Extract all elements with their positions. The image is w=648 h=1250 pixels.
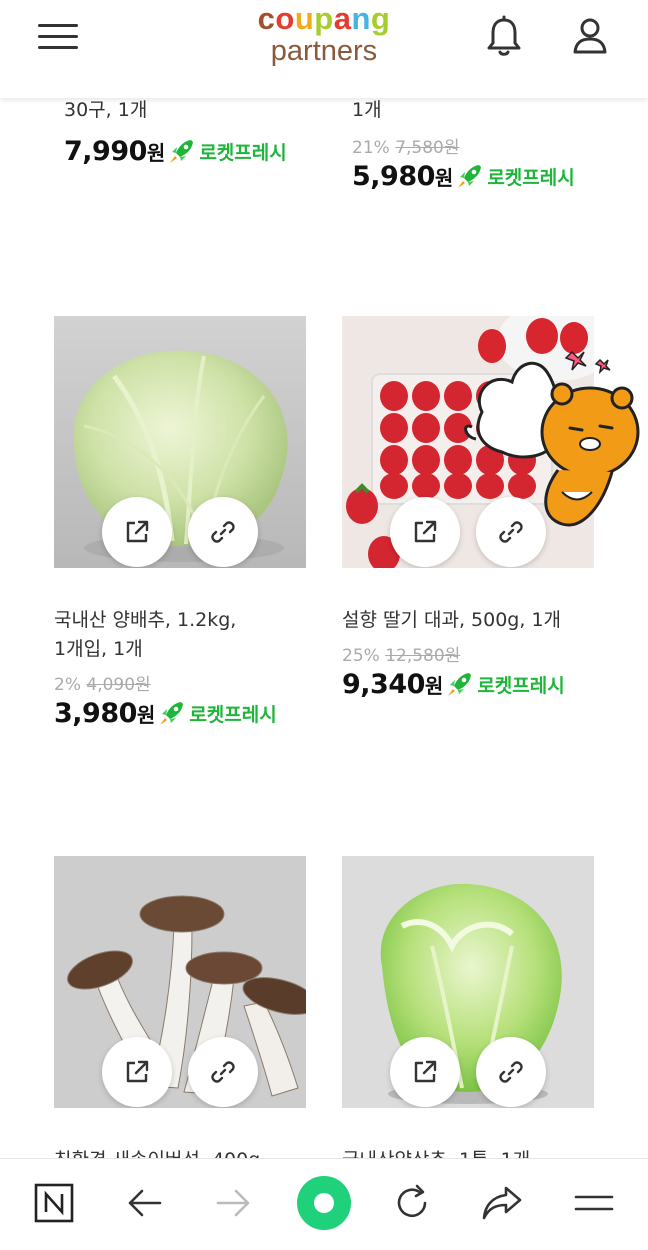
product-card[interactable]: 국내산양상추, 1통, 1개 — [342, 856, 594, 1175]
rocket-fresh-badge: 로켓프레시 — [487, 166, 575, 189]
rocket-fresh-badge: 로켓프레시 — [477, 674, 565, 697]
coupang-partners-logo[interactable]: coupang partners — [0, 1, 648, 67]
discount-row: 25% 12,580원 — [342, 641, 594, 666]
product-card[interactable]: 국내산 양배추, 1.2kg, 1개입, 1개 2% 4,090원 3,980 … — [54, 316, 306, 731]
product-grid: 30구, 1개 7,990 원 로켓프레시 1개 21% 7,580원 5,98… — [0, 0, 648, 1250]
arrow-right-icon — [216, 1189, 250, 1217]
refresh-icon — [397, 1184, 427, 1218]
menu-lines-icon — [574, 1195, 614, 1211]
price-row: 3,980 원 로켓프레시 — [54, 695, 306, 731]
green-dot-icon — [297, 1176, 351, 1230]
forward-button[interactable] — [212, 1181, 256, 1225]
discount-row: 21% 7,580원 — [352, 133, 604, 158]
discount-percent: 25% — [342, 646, 380, 666]
browser-menu-button[interactable] — [572, 1181, 616, 1225]
arrow-left-icon — [128, 1189, 162, 1217]
original-price: 4,090원 — [86, 675, 151, 695]
lettuce-image — [342, 856, 594, 1108]
discount-percent: 2% — [54, 675, 81, 695]
rocket-icon — [458, 165, 482, 188]
currency-label: 원 — [146, 140, 166, 165]
back-button[interactable] — [122, 1181, 166, 1225]
character-sticker — [464, 350, 640, 527]
price-row: 5,980 원 로켓프레시 — [352, 158, 604, 194]
copy-link-button[interactable] — [188, 497, 258, 567]
share-button[interactable] — [102, 1037, 172, 1107]
external-link-icon — [126, 1060, 149, 1083]
copy-link-button[interactable] — [476, 1037, 546, 1107]
product-card[interactable]: 친환경 새송이버섯, 400g — [54, 856, 306, 1175]
logo-wordmark: coupang — [257, 1, 391, 36]
external-link-icon — [414, 520, 437, 543]
user-icon — [573, 18, 607, 54]
rocket-icon — [170, 140, 194, 163]
rocket-icon — [448, 673, 472, 696]
naver-n-icon — [34, 1183, 74, 1223]
currency-label: 원 — [136, 702, 156, 727]
original-price: 12,580원 — [385, 646, 461, 666]
currency-label: 원 — [424, 673, 444, 698]
product-card[interactable]: 30구, 1개 7,990 원 로켓프레시 — [64, 96, 316, 169]
share-arrow-icon — [482, 1186, 522, 1220]
naver-home-button[interactable] — [32, 1181, 76, 1225]
product-price: 9,340 — [342, 668, 425, 700]
rocket-fresh-badge: 로켓프레시 — [199, 141, 287, 164]
app-header: coupang partners — [0, 0, 648, 98]
product-card[interactable]: 1개 21% 7,580원 5,980 원 로켓프레시 — [352, 96, 604, 194]
rocket-fresh-badge: 로켓프레시 — [189, 703, 277, 726]
rocket-icon — [160, 702, 184, 725]
browser-nav-bar — [0, 1158, 648, 1250]
green-dot-button[interactable] — [296, 1175, 352, 1231]
product-price: 5,980 — [352, 160, 435, 192]
product-title: 설향 딸기 대과, 500g, 1개 — [342, 609, 562, 631]
external-link-icon — [126, 520, 149, 543]
bell-icon — [487, 15, 521, 56]
product-image-cabbage[interactable] — [54, 316, 306, 568]
product-title: 국내산 양배추, 1.2kg, 1개입, 1개 — [54, 609, 237, 660]
copy-link-button[interactable] — [188, 1037, 258, 1107]
currency-label: 원 — [434, 165, 454, 190]
share-button[interactable] — [390, 497, 460, 567]
product-price: 7,990 — [64, 135, 147, 167]
product-price: 3,980 — [54, 697, 137, 729]
link-icon — [211, 1061, 235, 1083]
link-icon — [499, 1061, 523, 1083]
discount-row: 2% 4,090원 — [54, 670, 306, 695]
price-row: 7,990 원 로켓프레시 — [64, 133, 316, 169]
original-price: 7,580원 — [395, 138, 460, 158]
product-title: 30구, 1개 — [64, 99, 148, 121]
cabbage-image — [54, 316, 306, 568]
mushroom-image — [54, 856, 306, 1108]
link-icon — [211, 521, 235, 543]
notifications-button[interactable] — [484, 14, 524, 58]
logo-subtitle: partners — [270, 35, 378, 67]
external-link-icon — [414, 1060, 437, 1083]
share-button[interactable] — [102, 497, 172, 567]
share-page-button[interactable] — [480, 1181, 524, 1225]
product-image-lettuce[interactable] — [342, 856, 594, 1108]
product-image-mushroom[interactable] — [54, 856, 306, 1108]
product-title: 1개 — [352, 99, 382, 121]
price-row: 9,340 원 로켓프레시 — [342, 666, 594, 702]
refresh-button[interactable] — [390, 1181, 434, 1225]
share-button[interactable] — [390, 1037, 460, 1107]
discount-percent: 21% — [352, 138, 390, 158]
profile-button[interactable] — [570, 14, 610, 58]
